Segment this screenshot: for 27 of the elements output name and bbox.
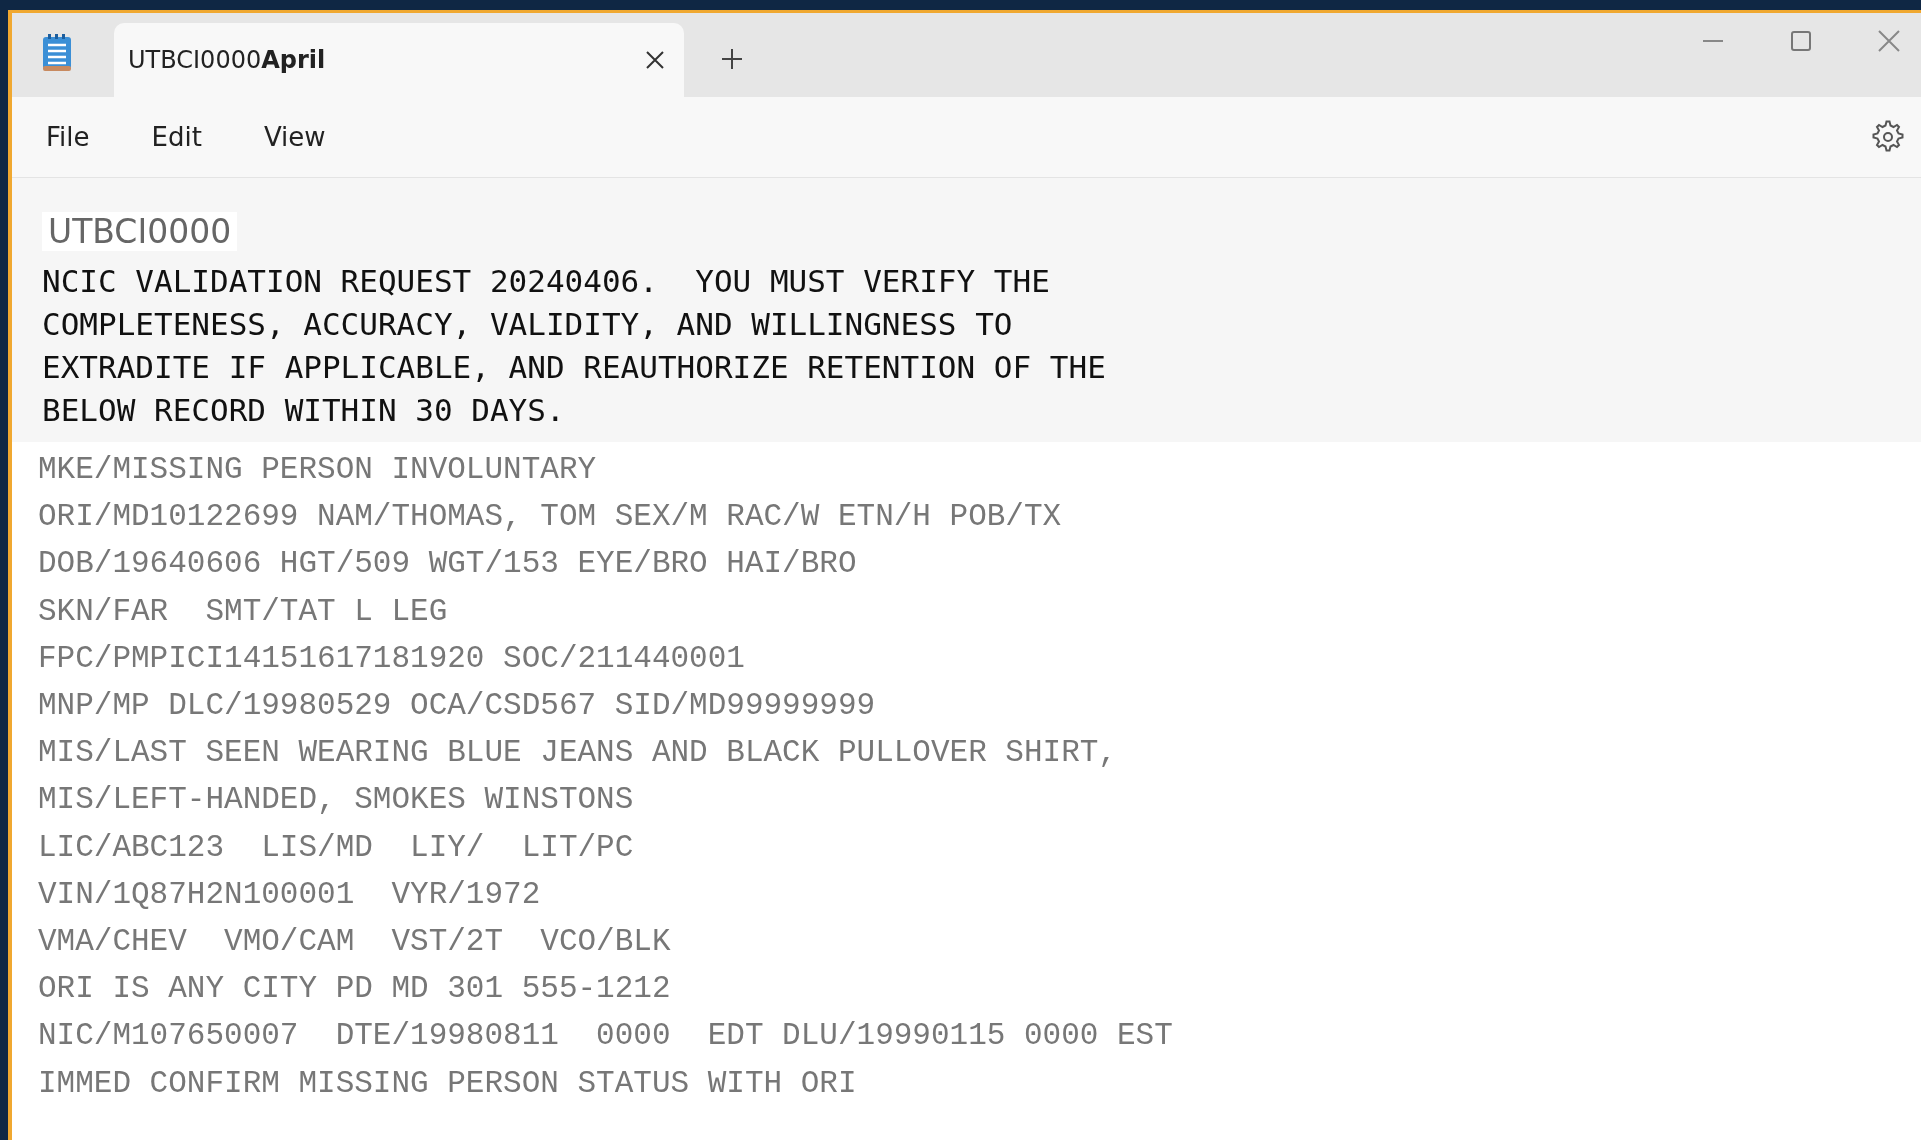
record-line: ORI/MD10122699 NAM/THOMAS, TOM SEX/M RAC/W ETN/H POB/TX (38, 498, 1062, 537)
record-line: VMA/CHEV VMO/CAM VST/2T VCO/BLK (38, 923, 671, 962)
notice-line: COMPLETENESS, ACCURACY, VALIDITY, AND WILLINGNESS TO (42, 305, 1013, 344)
record-line: VIN/1Q87H2N100001 VYR/1972 (38, 875, 541, 914)
record-line: MNP/MP DLC/19980529 OCA/CSD567 SID/MD99999999 (38, 687, 876, 725)
record-line: SKN/FAR SMT/TAT L LEG (38, 592, 448, 631)
close-tab-icon[interactable] (644, 49, 666, 71)
new-tab-icon[interactable] (720, 47, 744, 71)
menu-item[interactable]: File (40, 116, 96, 158)
record-line: MIS/LEFT-HANDED, SMOKES WINSTONS (38, 781, 634, 820)
notice-line: EXTRADITE IF APPLICABLE, AND REAUTHORIZE RETENTION OF THE (42, 348, 1106, 387)
record-line: NIC/M107650007 DTE/19980811 0000 EDT DLU/19990115 0000 EST (38, 1017, 1173, 1056)
record-line: DOB/19640606 HGT/509 WGT/153 EYE/BRO HAI/BRO (38, 545, 857, 584)
notice-line: BELOW RECORD WITHIN 30 DAYS. (42, 391, 565, 430)
record-line: LIC/ABC123 LIS/MD LIY/ LIT/PC (38, 828, 634, 867)
document-tab[interactable]: UTBCI0000April (114, 23, 684, 97)
record-line: MKE/MISSING PERSON INVOLUNTARY (38, 451, 597, 489)
menu-item[interactable]: View (257, 116, 332, 158)
document-title: UTBCI0000 (42, 212, 238, 251)
record-line: IMMED CONFIRM MISSING PERSON STATUS WITH ORI (38, 1064, 857, 1103)
record-line: FPC/PMPICI14151617181920 SOC/211440001 (38, 639, 745, 678)
record-line: MIS/LAST SEEN WEARING BLUE JEANS AND BLACK PULLOVER SHIRT, (38, 734, 1117, 773)
notice-line: NCIC VALIDATION REQUEST 20240406. YOU MUST VERIFY THE (42, 262, 1050, 301)
menu-item[interactable]: Edit (145, 116, 208, 158)
settings-icon[interactable] (1871, 120, 1905, 154)
notepad-icon (40, 33, 74, 73)
record-line: ORI IS ANY CITY PD MD 301 555-1212 (38, 970, 671, 1009)
